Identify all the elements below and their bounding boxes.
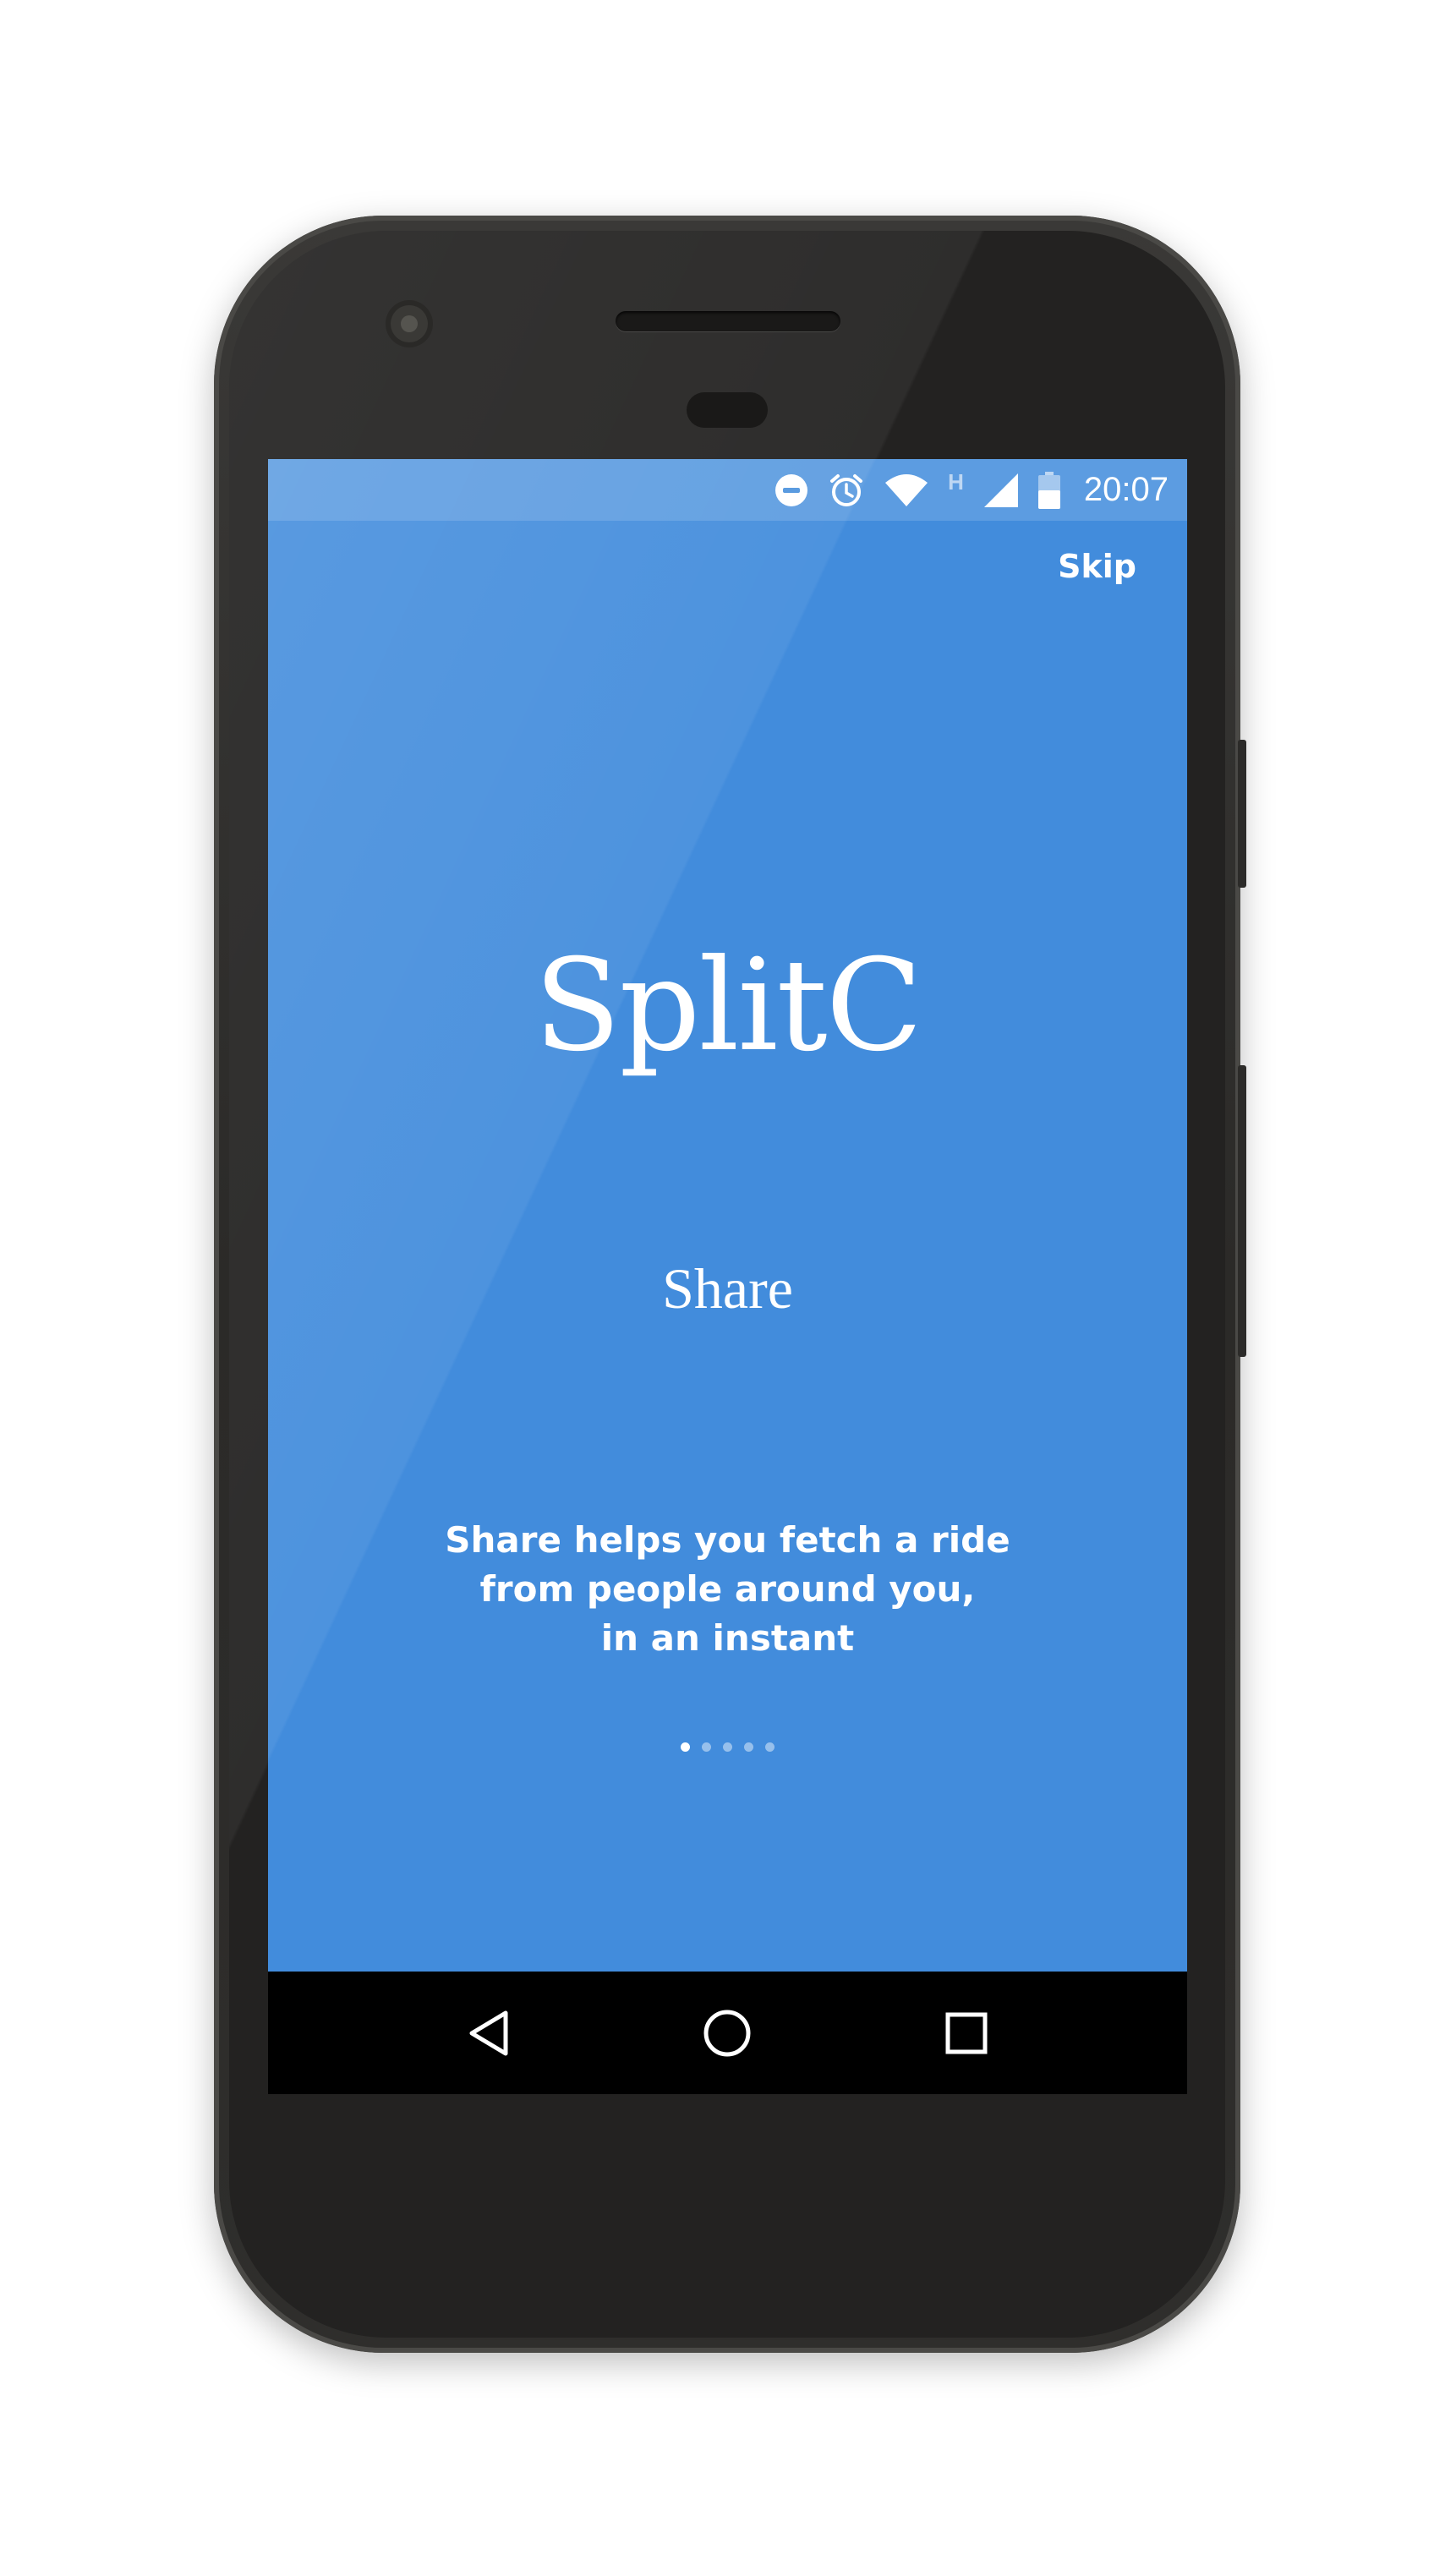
alarm-icon [828,472,865,509]
page-dot-5[interactable] [765,1742,775,1752]
description-line: in an instant [600,1617,855,1659]
do-not-disturb-icon [774,473,809,508]
front-camera-icon [386,300,433,347]
page-indicator [268,1742,1187,1752]
page-dot-3[interactable] [723,1742,732,1752]
home-icon[interactable] [689,1995,765,2071]
cell-signal-icon [983,472,1020,509]
status-time: 20:07 [1083,471,1169,508]
page-dot-1[interactable] [681,1742,690,1752]
wifi-icon [884,473,929,508]
status-bar: H 20:07 [268,459,1187,521]
status-icons: H 20:07 [774,459,1169,521]
page-dot-2[interactable] [702,1742,711,1752]
screen: H 20:07 Skip SplitC Share Share helps yo… [268,459,1187,2094]
volume-button [1238,1065,1246,1357]
app-logo: SplitC [534,933,923,1080]
back-icon[interactable] [451,1995,527,2071]
power-button [1238,740,1246,888]
proximity-sensor [687,392,768,428]
earpiece-speaker [616,311,840,331]
description-line: Share helps you fetch a ride [445,1519,1010,1561]
navigation-bar [268,1972,1187,2094]
slide-title: Share [662,1256,793,1321]
slide-description: Share helps you fetch a ride from people… [268,1516,1187,1663]
skip-button[interactable]: Skip [1058,548,1136,585]
page-dot-4[interactable] [744,1742,753,1752]
network-type-label: H [948,469,964,495]
recents-icon[interactable] [928,1995,1004,2071]
description-line: from people around you, [479,1568,976,1610]
battery-icon [1037,471,1060,509]
